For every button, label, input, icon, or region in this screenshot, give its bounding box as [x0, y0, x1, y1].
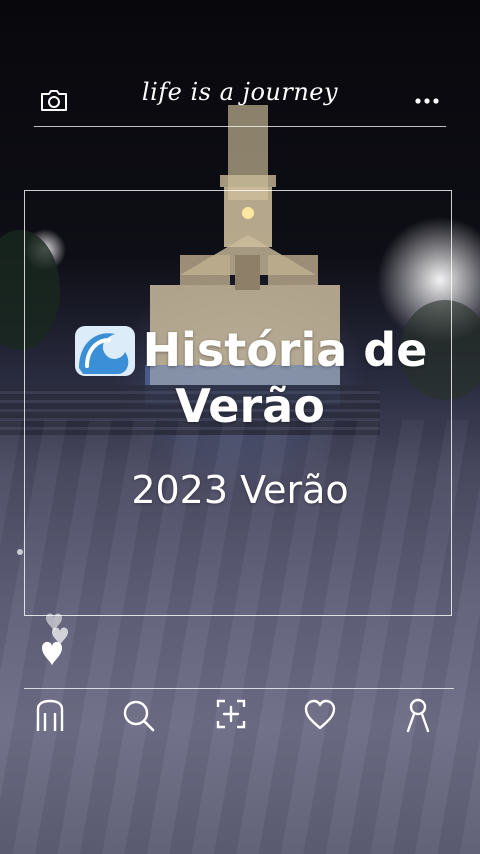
- header-tagline: life is a journey: [141, 78, 339, 106]
- story-title-line1: História de: [142, 323, 428, 377]
- light-speck: [17, 549, 23, 555]
- more-horizontal-icon[interactable]: [412, 92, 442, 110]
- home-icon[interactable]: [32, 695, 68, 735]
- add-post-icon[interactable]: [213, 695, 249, 735]
- story-subtitle: 2023 Verão: [131, 468, 349, 512]
- story-photo-background: life is a journey História de Verão 2023…: [0, 0, 480, 854]
- story-title-line2: Verão: [175, 379, 325, 433]
- hearts-icon[interactable]: [36, 610, 84, 670]
- story-title: História de Verão: [50, 322, 450, 434]
- camera-icon[interactable]: [39, 88, 69, 112]
- heart-icon[interactable]: [302, 695, 338, 735]
- wave-emoji: [73, 322, 137, 378]
- search-icon[interactable]: [120, 695, 156, 735]
- nav-divider: [24, 688, 454, 689]
- profile-icon[interactable]: [400, 695, 436, 735]
- bottom-navigation: [0, 695, 480, 739]
- header-divider: [34, 126, 446, 127]
